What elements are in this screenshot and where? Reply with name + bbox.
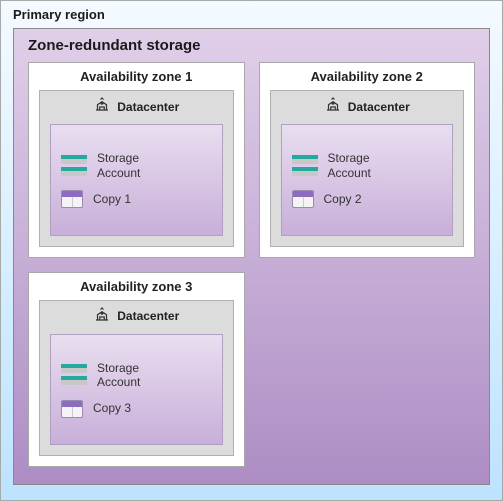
availability-zone-3: Availability zone 3 Datacenter (28, 272, 245, 468)
datacenter-box: Datacenter Storage Account Copy 3 (39, 300, 234, 457)
availability-zone-1: Availability zone 1 Datacenter (28, 62, 245, 258)
datacenter-icon (93, 305, 111, 328)
zrs-box: Zone-redundant storage Availability zone… (13, 28, 490, 485)
copy-icon (61, 190, 83, 208)
primary-region-label: Primary region (13, 7, 490, 22)
copy-icon (292, 190, 314, 208)
datacenter-icon (324, 95, 342, 118)
copy-label: Copy 3 (93, 401, 131, 415)
zone-label: Availability zone 2 (270, 69, 465, 84)
datacenter-box: Datacenter Storage Account Copy 1 (39, 90, 234, 247)
copy-icon (61, 400, 83, 418)
primary-region-box: Primary region Zone-redundant storage Av… (0, 0, 503, 501)
storage-account-label: Storage Account (97, 361, 140, 390)
storage-account-icon (292, 155, 318, 177)
storage-box: Storage Account Copy 3 (50, 334, 223, 446)
zrs-label: Zone-redundant storage (28, 37, 475, 54)
copy-label: Copy 1 (93, 192, 131, 206)
zone-label: Availability zone 3 (39, 279, 234, 294)
datacenter-label: Datacenter (348, 100, 410, 114)
storage-box: Storage Account Copy 2 (281, 124, 454, 236)
datacenter-header: Datacenter (50, 95, 223, 118)
datacenter-header: Datacenter (50, 305, 223, 328)
storage-account-icon (61, 155, 87, 177)
datacenter-header: Datacenter (281, 95, 454, 118)
availability-zone-2: Availability zone 2 Datacenter (259, 62, 476, 258)
copy-row: Copy 1 (61, 190, 212, 208)
storage-box: Storage Account Copy 1 (50, 124, 223, 236)
storage-account-icon (61, 364, 87, 386)
datacenter-label: Datacenter (117, 309, 179, 323)
copy-row: Copy 3 (61, 400, 212, 418)
copy-row: Copy 2 (292, 190, 443, 208)
datacenter-icon (93, 95, 111, 118)
storage-account-label: Storage Account (97, 151, 140, 180)
storage-account-row: Storage Account (61, 151, 212, 180)
datacenter-box: Datacenter Storage Account Copy 2 (270, 90, 465, 247)
zones-grid: Availability zone 1 Datacenter (28, 62, 475, 467)
storage-account-label: Storage Account (328, 151, 371, 180)
copy-label: Copy 2 (324, 192, 362, 206)
datacenter-label: Datacenter (117, 100, 179, 114)
storage-account-row: Storage Account (292, 151, 443, 180)
zone-label: Availability zone 1 (39, 69, 234, 84)
storage-account-row: Storage Account (61, 361, 212, 390)
